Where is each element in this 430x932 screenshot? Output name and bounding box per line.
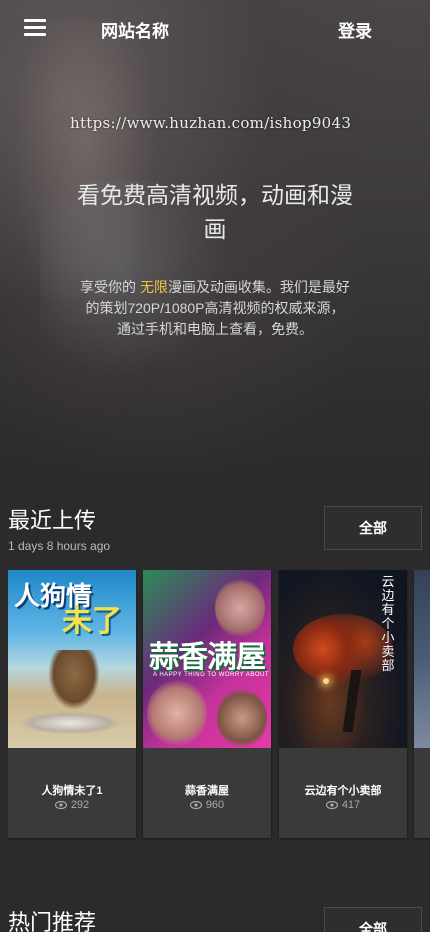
poster-person-figure: [20, 712, 120, 734]
video-card[interactable]: 蒜香满屋 A HAPPY THING TO WORRY ABOUT 蒜香满屋 9…: [143, 570, 271, 838]
video-views: 292: [8, 799, 136, 811]
hero-title: 看免费高清视频，动画和漫 画: [40, 178, 390, 246]
video-poster[interactable]: 蒜香满屋 A HAPPY THING TO WORRY ABOUT: [143, 570, 271, 748]
recent-section-title: 最近上传: [8, 508, 97, 533]
poster-face: [217, 688, 267, 748]
video-poster[interactable]: [414, 570, 430, 748]
hero-desc-line1-post: 漫画及动画收集。我们是最好: [167, 279, 350, 295]
video-card[interactable]: 云边有个小卖部 云边有个小卖部 417: [279, 570, 407, 838]
recent-section-timestamp: 1 days 8 hours ago: [8, 539, 111, 553]
poster-lamp: [323, 678, 329, 684]
video-poster[interactable]: 云边有个小卖部: [279, 570, 407, 748]
recent-all-button[interactable]: 全部: [324, 506, 422, 550]
hero-banner: 网站名称 登录 https://www.huzhan.com/ishop9043…: [0, 0, 430, 470]
hero-desc-pre: 享受你的: [80, 279, 140, 295]
poster-title-text-2: 未了: [62, 605, 122, 638]
hamburger-menu-icon[interactable]: [24, 19, 46, 37]
hero-title-line2: 画: [203, 216, 227, 242]
poster-face: [215, 578, 265, 638]
login-link[interactable]: 登录: [338, 17, 372, 42]
video-title[interactable]: 蒜香满屋: [143, 782, 271, 798]
poster-face: [147, 680, 207, 746]
hero-title-line1: 看免费高清视频，动画和漫: [77, 182, 353, 208]
view-count: 960: [205, 799, 225, 811]
hero-desc-line2: 的策划720P/1080P高清视频的权威来源，: [85, 300, 345, 316]
popular-all-button[interactable]: 全部: [324, 907, 422, 932]
poster-subtitle-text: A HAPPY THING TO WORRY ABOUT: [153, 672, 270, 678]
view-count: 417: [341, 799, 361, 811]
view-count: 292: [70, 799, 90, 811]
eye-icon: [325, 801, 338, 810]
video-views: 960: [143, 799, 271, 811]
site-name[interactable]: 网站名称: [101, 17, 169, 42]
hero-desc-line1: 享受你的 无限漫画及动画收集。我们是最好: [30, 277, 400, 298]
recent-card-list: 人狗情 未了 人狗情未了1 292 蒜香满屋 A HAPPY THING TO …: [8, 570, 430, 840]
video-title[interactable]: 人狗情未了1: [8, 782, 136, 798]
video-card[interactable]: 人狗情 未了 人狗情未了1 292: [8, 570, 136, 838]
hero-desc-highlight: 无限: [139, 279, 168, 295]
poster-dog-figure: [48, 650, 100, 710]
video-card-partial[interactable]: [414, 570, 430, 838]
video-views: 417: [279, 799, 407, 811]
eye-icon: [54, 801, 67, 810]
eye-icon: [189, 801, 202, 810]
popular-section-title: 热门推荐: [8, 910, 97, 932]
video-title[interactable]: 云边有个小卖部: [279, 782, 407, 798]
top-header: 网站名称 登录: [0, 0, 430, 56]
video-poster[interactable]: 人狗情 未了: [8, 570, 136, 748]
hero-description: 享受你的 无限漫画及动画收集。我们是最好 的策划720P/1080P高清视频的权…: [30, 277, 400, 340]
poster-title-text: 云边有个小卖部: [381, 575, 395, 674]
poster-title-text: 蒜香满屋: [149, 641, 266, 674]
watermark-url: https://www.huzhan.com/ishop9043: [70, 114, 352, 132]
hero-desc-line3: 通过手机和电脑上查看，免费。: [117, 321, 313, 337]
